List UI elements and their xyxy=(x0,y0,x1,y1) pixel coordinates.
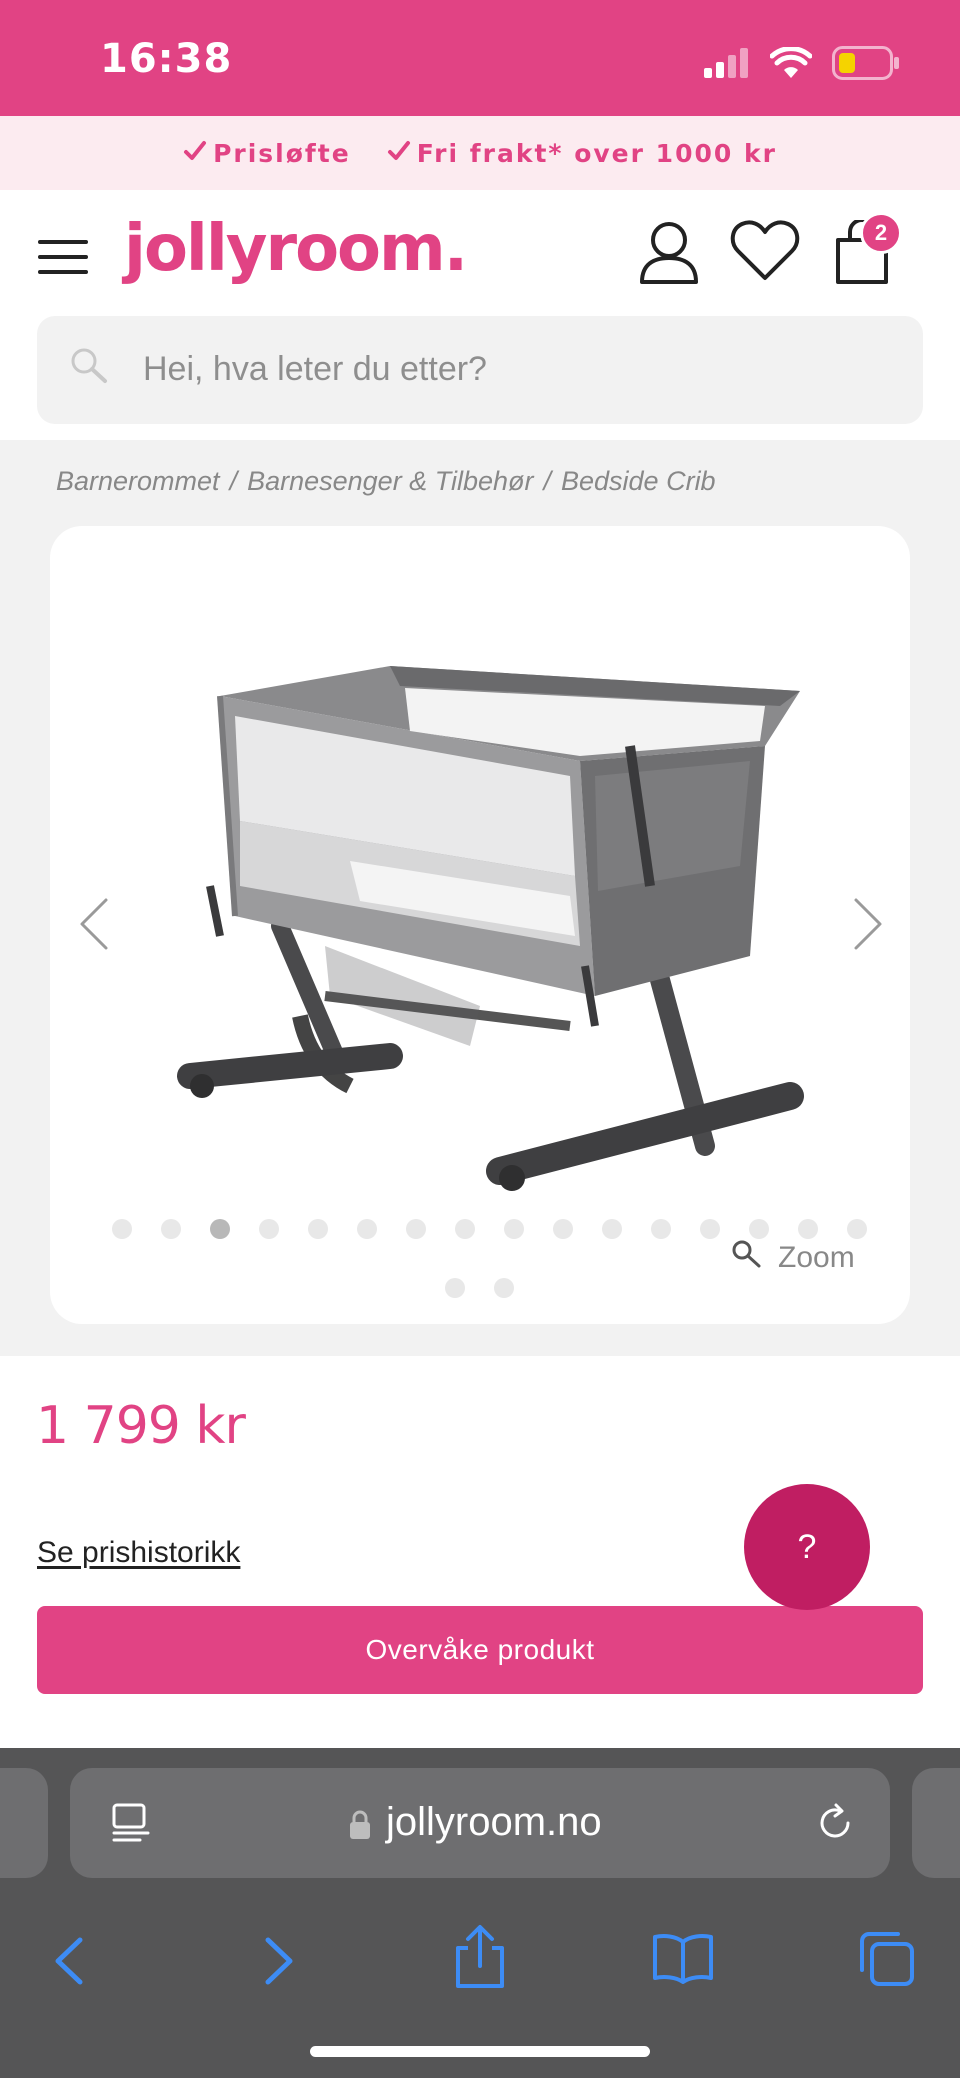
gallery-dot[interactable] xyxy=(455,1219,475,1239)
price-history-link[interactable]: Se prishistorikk xyxy=(37,1536,240,1570)
promo-bar: Prisløfte Fri frakt* over 1000 kr xyxy=(0,116,960,190)
gallery-dot[interactable] xyxy=(553,1219,573,1239)
wifi-icon xyxy=(769,46,813,84)
search-input[interactable]: Hei, hva leter du etter? xyxy=(37,316,923,424)
status-icons xyxy=(704,46,900,85)
gallery-dot[interactable] xyxy=(602,1219,622,1239)
previous-tab-edge[interactable] xyxy=(0,1768,48,1878)
zoom-icon xyxy=(730,1238,762,1278)
heart-icon[interactable] xyxy=(730,220,800,287)
cellular-signal-icon xyxy=(704,48,750,83)
gallery-dot[interactable] xyxy=(308,1219,328,1239)
gallery-dot[interactable] xyxy=(259,1219,279,1239)
gallery-prev-icon[interactable] xyxy=(76,896,110,957)
breadcrumb-separator: / xyxy=(229,466,238,496)
address-bar[interactable]: jollyroom.no xyxy=(70,1768,890,1878)
product-price: 1 799 kr xyxy=(36,1396,246,1456)
status-bar: 16:38 xyxy=(0,0,960,116)
gallery-dot[interactable] xyxy=(749,1219,769,1239)
status-time: 16:38 xyxy=(100,36,233,82)
gallery-dot[interactable] xyxy=(700,1219,720,1239)
search-placeholder: Hei, hva leter du etter? xyxy=(143,350,487,388)
gallery-dot[interactable] xyxy=(847,1219,867,1239)
back-icon[interactable] xyxy=(50,1936,90,1991)
share-icon[interactable] xyxy=(452,1924,508,1995)
url-text: jollyroom.no xyxy=(386,1800,602,1844)
check-icon xyxy=(183,139,207,168)
breadcrumb-item[interactable]: Bedside Crib xyxy=(561,466,716,497)
zoom-label: Zoom xyxy=(778,1241,855,1274)
zoom-button[interactable]: Zoom xyxy=(730,1238,855,1278)
gallery-dot[interactable] xyxy=(112,1219,132,1239)
breadcrumb-item[interactable]: Barnesenger & Tilbehør xyxy=(247,466,533,497)
breadcrumb: Barnerommet / Barnesenger & Tilbehør / B… xyxy=(56,466,716,497)
gallery-dot[interactable] xyxy=(798,1219,818,1239)
cart-count-badge: 2 xyxy=(860,212,902,254)
gallery-dot[interactable] xyxy=(210,1219,230,1239)
next-tab-edge[interactable] xyxy=(912,1768,960,1878)
promo-item: Prisløfte xyxy=(183,139,351,168)
search-icon xyxy=(69,346,109,391)
product-image[interactable] xyxy=(150,646,840,1206)
watch-product-button[interactable]: Overvåke produkt xyxy=(37,1606,923,1694)
lock-icon xyxy=(348,1810,372,1845)
gallery-dot[interactable] xyxy=(651,1219,671,1239)
gallery-dot[interactable] xyxy=(161,1219,181,1239)
home-indicator[interactable] xyxy=(310,2046,650,2057)
forward-icon[interactable] xyxy=(258,1936,298,1991)
promo-free-shipping: Fri frakt* over 1000 kr xyxy=(416,138,777,168)
browser-nav xyxy=(0,1908,960,2008)
promo-price-promise: Prisløfte xyxy=(213,138,351,168)
gallery-dot[interactable] xyxy=(357,1219,377,1239)
battery-icon xyxy=(832,46,900,85)
reload-icon[interactable] xyxy=(814,1802,856,1849)
help-button[interactable]: ? xyxy=(744,1484,870,1610)
gallery-dot[interactable] xyxy=(494,1278,514,1298)
promo-item: Fri frakt* over 1000 kr xyxy=(387,139,777,168)
breadcrumb-item[interactable]: Barnerommet xyxy=(56,466,220,497)
site-header: jollyroom. 2 xyxy=(0,190,960,316)
breadcrumb-separator: / xyxy=(543,466,551,496)
bookmarks-icon[interactable] xyxy=(652,1932,714,1989)
gallery-dot[interactable] xyxy=(406,1219,426,1239)
gallery-dot[interactable] xyxy=(504,1219,524,1239)
account-icon[interactable] xyxy=(638,220,700,291)
tabs-icon[interactable] xyxy=(858,1930,916,1993)
gallery-next-icon[interactable] xyxy=(852,896,886,957)
menu-icon[interactable] xyxy=(38,240,88,274)
product-gallery: Zoom xyxy=(50,526,910,1324)
check-icon xyxy=(387,139,411,168)
browser-toolbar: jollyroom.no xyxy=(0,1748,960,2078)
reader-view-icon[interactable] xyxy=(110,1802,152,1849)
gallery-dot[interactable] xyxy=(445,1278,465,1298)
logo[interactable]: jollyroom. xyxy=(124,212,468,286)
